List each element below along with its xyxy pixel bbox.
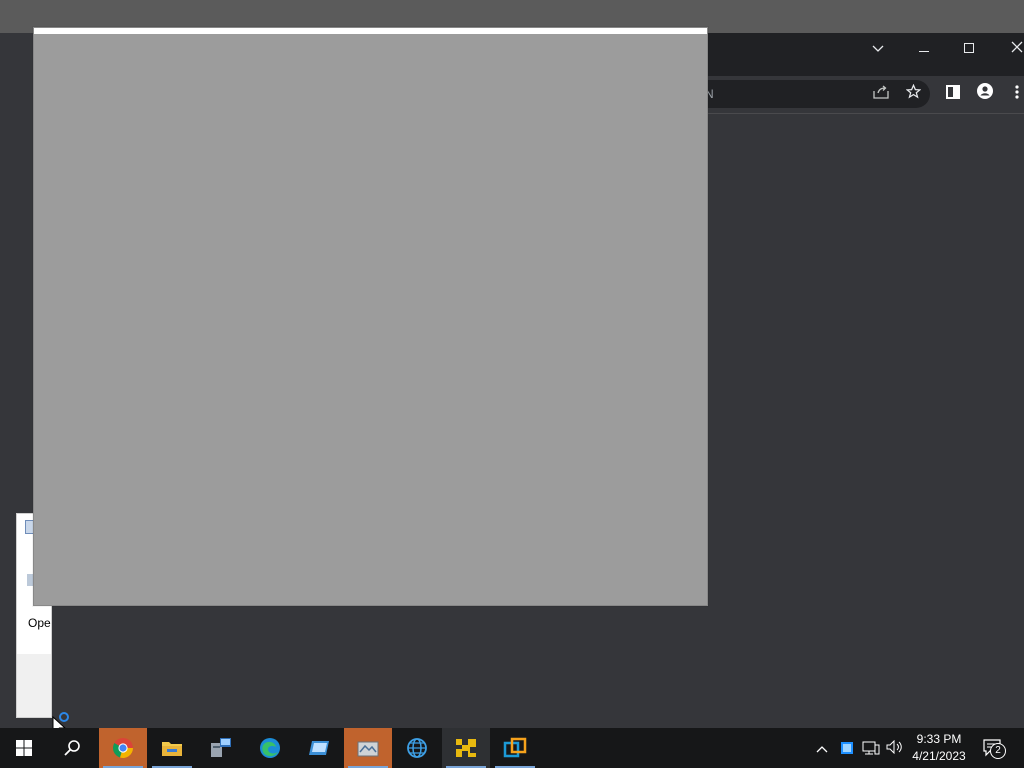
taskbar-file-explorer[interactable] [148,728,196,768]
close-button[interactable] [1002,33,1024,63]
dialog-open-label[interactable]: Ope [28,616,51,630]
tray-app-button[interactable] [840,741,854,758]
busy-spinner-icon [59,712,69,722]
volume-button[interactable] [886,739,904,757]
windows-icon [16,740,32,756]
taskbar-gray-app[interactable] [344,728,392,768]
bookmark-button[interactable] [898,79,928,109]
show-hidden-icons-button[interactable] [816,740,828,756]
chevron-down-icon [872,45,884,52]
action-center-button[interactable]: 2 [983,738,1007,763]
search-button[interactable] [48,728,96,768]
network-computer-icon [211,738,231,757]
tab-search-button[interactable] [863,33,893,63]
star-icon [905,83,921,99]
taskbar-edge[interactable] [246,728,294,768]
maximize-button[interactable] [954,33,984,63]
minimize-icon [919,51,929,52]
menu-icon [1015,85,1019,99]
network-button[interactable] [862,741,880,758]
clock-button[interactable]: 9:33 PM 4/21/2023 [905,731,973,765]
close-icon [1011,41,1023,53]
share-icon [873,85,889,99]
side-panel-button[interactable] [938,79,968,109]
share-button[interactable] [866,79,896,109]
taskbar-vmware-player[interactable] [442,728,490,768]
search-icon [64,740,80,756]
blank-window[interactable] [33,27,708,606]
chrome-icon [112,738,133,758]
blue-app-icon [309,741,329,755]
tray-app-icon [841,742,853,754]
taskbar-vmware-workstation[interactable] [491,728,539,768]
chevron-up-icon [816,746,828,753]
profile-button[interactable] [970,79,1000,109]
taskbar-blue-app[interactable] [295,728,343,768]
globe-icon [407,738,427,758]
clock-date: 4/21/2023 [912,749,966,763]
profile-icon [977,83,993,99]
taskbar-globe-app[interactable] [393,728,441,768]
notification-count-badge: 2 [990,743,1006,759]
clock-time: 9:33 PM [916,732,962,746]
gray-app-icon [357,741,379,757]
network-icon [862,741,880,755]
browser-content [700,113,1024,729]
edge-icon [260,738,280,758]
taskbar-remote-app[interactable] [197,728,245,768]
maximize-icon [964,43,974,53]
vmware-icon [456,739,476,757]
side-panel-icon [946,85,960,99]
minimize-button[interactable] [909,33,939,63]
folder-icon [162,742,182,756]
start-button[interactable] [0,728,48,768]
vmware-workstation-icon [503,737,527,758]
speaker-icon [886,739,902,755]
taskbar-chrome[interactable] [99,728,147,768]
browser-menu-button[interactable] [1002,79,1024,109]
